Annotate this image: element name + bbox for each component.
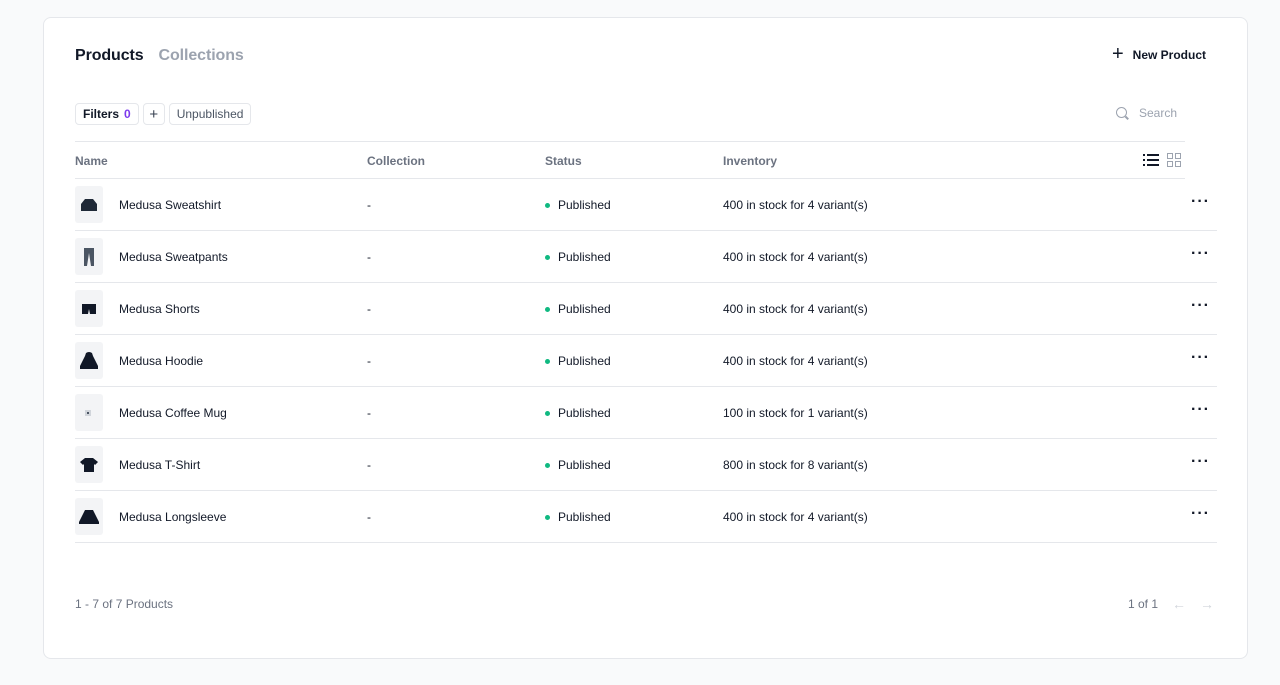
status-dot-icon bbox=[545, 462, 550, 468]
table-row[interactable]: Medusa Hoodie - Published 400 in stock for … bbox=[75, 335, 1217, 387]
status-label: Published bbox=[558, 198, 611, 212]
status-badge: Published bbox=[545, 354, 611, 368]
list-view-icon[interactable] bbox=[1143, 154, 1159, 166]
column-header-name: Name bbox=[75, 154, 108, 168]
status-label: Published bbox=[558, 406, 611, 420]
grid-view-icon[interactable] bbox=[1167, 153, 1181, 167]
more-actions-icon[interactable]: ··· bbox=[1191, 298, 1210, 314]
products-table: Name Collection Status Inventory Medusa … bbox=[75, 141, 1217, 543]
unpublished-filter-tab[interactable]: Unpublished bbox=[168, 103, 252, 125]
status-dot-icon bbox=[545, 410, 550, 416]
tabs: Products Collections bbox=[75, 47, 244, 65]
page-indicator: 1 of 1 bbox=[1127, 597, 1158, 611]
new-product-label: New Product bbox=[1132, 48, 1206, 62]
status-dot-icon bbox=[545, 358, 550, 364]
results-count: 1 - 7 of 7 Products bbox=[75, 597, 174, 611]
status-dot-icon bbox=[545, 306, 550, 312]
column-header-inventory: Inventory bbox=[723, 154, 778, 168]
arrow-left-icon[interactable]: ← bbox=[1172, 596, 1186, 612]
column-header-status: Status bbox=[545, 154, 582, 168]
filters-count: 0 bbox=[124, 107, 131, 121]
status-badge: Published bbox=[545, 302, 611, 316]
table-row[interactable]: Medusa Sweatshirt - Published 400 in stock … bbox=[75, 179, 1217, 231]
plus-icon: + bbox=[149, 105, 159, 123]
product-thumbnail bbox=[75, 394, 103, 431]
search-box bbox=[1116, 106, 1206, 120]
product-name: Medusa Longsleeve bbox=[119, 510, 227, 524]
product-thumbnail bbox=[75, 446, 103, 483]
product-inventory: 400 in stock for 4 variant(s) bbox=[723, 302, 868, 316]
status-label: Published bbox=[558, 250, 611, 264]
product-collection: - bbox=[367, 250, 371, 264]
status-badge: Published bbox=[545, 198, 611, 212]
status-dot-icon bbox=[545, 254, 550, 260]
product-inventory: 400 in stock for 4 variant(s) bbox=[723, 198, 868, 212]
column-header-collection: Collection bbox=[367, 154, 426, 168]
product-collection: - bbox=[367, 198, 371, 212]
product-inventory: 400 in stock for 4 variant(s) bbox=[723, 354, 868, 368]
product-thumbnail bbox=[75, 498, 103, 535]
product-thumbnail bbox=[75, 238, 103, 275]
product-collection: - bbox=[367, 458, 371, 472]
more-actions-icon[interactable]: ··· bbox=[1191, 246, 1210, 262]
tab-collections[interactable]: Collections bbox=[159, 47, 244, 65]
product-inventory: 400 in stock for 4 variant(s) bbox=[723, 250, 868, 264]
more-actions-icon[interactable]: ··· bbox=[1191, 350, 1210, 366]
new-product-button[interactable]: + New Product bbox=[1111, 43, 1206, 65]
product-collection: - bbox=[367, 406, 371, 420]
product-name: Medusa Sweatpants bbox=[119, 250, 228, 264]
product-collection: - bbox=[367, 510, 371, 524]
status-label: Published bbox=[558, 354, 611, 368]
filter-bar: Filters 0 + Unpublished bbox=[75, 103, 252, 125]
products-card: Products Collections + New Product Filte… bbox=[43, 17, 1248, 659]
table-row[interactable]: Medusa Sweatpants - Published 400 in stock … bbox=[75, 231, 1217, 283]
status-label: Published bbox=[558, 302, 611, 316]
product-name: Medusa Coffee Mug bbox=[119, 406, 227, 420]
product-collection: - bbox=[367, 302, 371, 316]
table-row[interactable]: Medusa Longsleeve - Published 400 in stock … bbox=[75, 491, 1217, 543]
arrow-right-icon[interactable]: → bbox=[1200, 596, 1214, 612]
table-row[interactable]: Medusa Shorts - Published 400 in stock for … bbox=[75, 283, 1217, 335]
product-inventory: 800 in stock for 8 variant(s) bbox=[723, 458, 868, 472]
status-badge: Published bbox=[545, 510, 611, 524]
product-name: Medusa Sweatshirt bbox=[119, 198, 222, 212]
filters-label: Filters bbox=[83, 107, 120, 121]
product-name: Medusa Shorts bbox=[119, 302, 200, 316]
product-name: Medusa T-Shirt bbox=[119, 458, 201, 472]
more-actions-icon[interactable]: ··· bbox=[1191, 454, 1210, 470]
view-toggle bbox=[1143, 153, 1181, 167]
tab-products[interactable]: Products bbox=[75, 47, 144, 65]
product-collection: - bbox=[367, 354, 371, 368]
plus-icon: + bbox=[1111, 43, 1124, 65]
more-actions-icon[interactable]: ··· bbox=[1191, 506, 1210, 522]
more-actions-icon[interactable]: ··· bbox=[1191, 402, 1210, 418]
product-thumbnail bbox=[75, 290, 103, 327]
table-row[interactable]: Medusa Coffee Mug - Published 100 in stock … bbox=[75, 387, 1217, 439]
search-input[interactable] bbox=[1139, 106, 1199, 120]
more-actions-icon[interactable]: ··· bbox=[1191, 194, 1210, 210]
product-inventory: 400 in stock for 4 variant(s) bbox=[723, 510, 868, 524]
product-thumbnail bbox=[75, 342, 103, 379]
product-thumbnail bbox=[75, 186, 103, 223]
pagination: 1 of 1 ← → bbox=[1128, 596, 1214, 612]
table-header: Name Collection Status Inventory bbox=[75, 141, 1185, 179]
status-dot-icon bbox=[545, 202, 550, 208]
product-name: Medusa Hoodie bbox=[119, 354, 204, 368]
table-body: Medusa Sweatshirt - Published 400 in stock … bbox=[75, 179, 1217, 543]
status-badge: Published bbox=[545, 458, 611, 472]
search-icon bbox=[1116, 106, 1129, 120]
status-dot-icon bbox=[545, 514, 550, 520]
status-badge: Published bbox=[545, 406, 611, 420]
table-row[interactable]: Medusa T-Shirt - Published 800 in stock for… bbox=[75, 439, 1217, 491]
product-inventory: 100 in stock for 1 variant(s) bbox=[723, 406, 868, 420]
filters-button[interactable]: Filters 0 bbox=[75, 103, 139, 125]
status-label: Published bbox=[558, 458, 611, 472]
status-badge: Published bbox=[545, 250, 611, 264]
status-label: Published bbox=[558, 510, 611, 524]
add-filter-button[interactable]: + bbox=[142, 103, 165, 125]
